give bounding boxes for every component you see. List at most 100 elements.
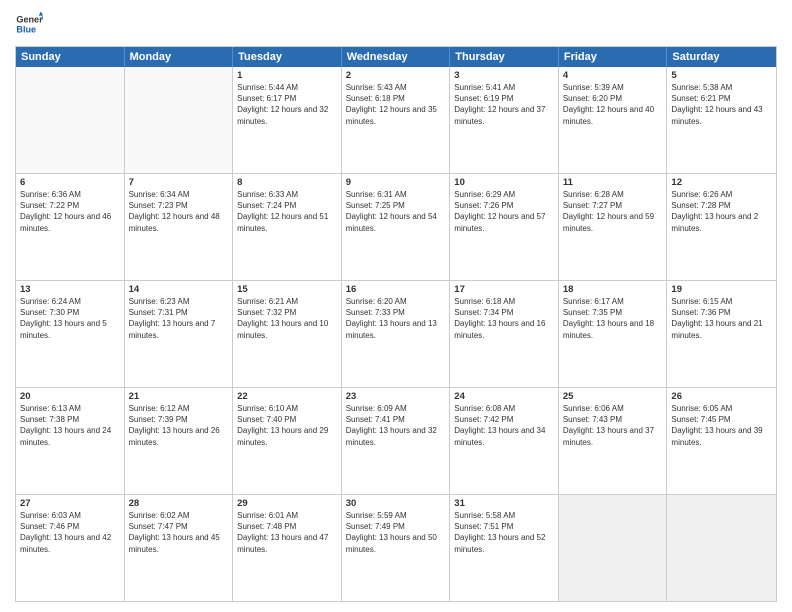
cell-date: 25 (563, 391, 663, 402)
calendar-cell: 26Sunrise: 6:05 AM Sunset: 7:45 PM Dayli… (667, 388, 776, 494)
cell-date: 31 (454, 498, 554, 509)
calendar-cell: 21Sunrise: 6:12 AM Sunset: 7:39 PM Dayli… (125, 388, 234, 494)
cell-info: Sunrise: 6:21 AM Sunset: 7:32 PM Dayligh… (237, 296, 337, 341)
calendar-body: 1Sunrise: 5:44 AM Sunset: 6:17 PM Daylig… (16, 67, 776, 601)
cell-date: 2 (346, 70, 446, 81)
cell-info: Sunrise: 6:29 AM Sunset: 7:26 PM Dayligh… (454, 189, 554, 234)
cell-info: Sunrise: 6:24 AM Sunset: 7:30 PM Dayligh… (20, 296, 120, 341)
calendar-cell: 5Sunrise: 5:38 AM Sunset: 6:21 PM Daylig… (667, 67, 776, 173)
cell-date: 10 (454, 177, 554, 188)
svg-text:Blue: Blue (16, 24, 36, 34)
day-header-thursday: Thursday (450, 47, 559, 67)
calendar-cell: 18Sunrise: 6:17 AM Sunset: 7:35 PM Dayli… (559, 281, 668, 387)
calendar-cell: 6Sunrise: 6:36 AM Sunset: 7:22 PM Daylig… (16, 174, 125, 280)
calendar-cell (16, 67, 125, 173)
calendar-cell: 29Sunrise: 6:01 AM Sunset: 7:48 PM Dayli… (233, 495, 342, 601)
cell-date: 19 (671, 284, 772, 295)
calendar-week-1: 1Sunrise: 5:44 AM Sunset: 6:17 PM Daylig… (16, 67, 776, 174)
header: General Blue (15, 10, 777, 38)
cell-info: Sunrise: 5:39 AM Sunset: 6:20 PM Dayligh… (563, 82, 663, 127)
cell-date: 20 (20, 391, 120, 402)
cell-date: 18 (563, 284, 663, 295)
day-header-saturday: Saturday (667, 47, 776, 67)
calendar-cell: 4Sunrise: 5:39 AM Sunset: 6:20 PM Daylig… (559, 67, 668, 173)
cell-info: Sunrise: 6:17 AM Sunset: 7:35 PM Dayligh… (563, 296, 663, 341)
calendar-week-5: 27Sunrise: 6:03 AM Sunset: 7:46 PM Dayli… (16, 495, 776, 601)
cell-info: Sunrise: 6:01 AM Sunset: 7:48 PM Dayligh… (237, 510, 337, 555)
calendar-cell: 13Sunrise: 6:24 AM Sunset: 7:30 PM Dayli… (16, 281, 125, 387)
calendar-cell: 15Sunrise: 6:21 AM Sunset: 7:32 PM Dayli… (233, 281, 342, 387)
calendar-cell: 19Sunrise: 6:15 AM Sunset: 7:36 PM Dayli… (667, 281, 776, 387)
cell-date: 7 (129, 177, 229, 188)
cell-info: Sunrise: 6:13 AM Sunset: 7:38 PM Dayligh… (20, 403, 120, 448)
cell-date: 16 (346, 284, 446, 295)
cell-date: 4 (563, 70, 663, 81)
calendar-cell: 22Sunrise: 6:10 AM Sunset: 7:40 PM Dayli… (233, 388, 342, 494)
calendar-week-4: 20Sunrise: 6:13 AM Sunset: 7:38 PM Dayli… (16, 388, 776, 495)
cell-info: Sunrise: 5:41 AM Sunset: 6:19 PM Dayligh… (454, 82, 554, 127)
calendar-cell (125, 67, 234, 173)
calendar-cell: 17Sunrise: 6:18 AM Sunset: 7:34 PM Dayli… (450, 281, 559, 387)
cell-info: Sunrise: 6:34 AM Sunset: 7:23 PM Dayligh… (129, 189, 229, 234)
cell-info: Sunrise: 6:26 AM Sunset: 7:28 PM Dayligh… (671, 189, 772, 234)
cell-info: Sunrise: 6:36 AM Sunset: 7:22 PM Dayligh… (20, 189, 120, 234)
calendar-week-2: 6Sunrise: 6:36 AM Sunset: 7:22 PM Daylig… (16, 174, 776, 281)
cell-date: 12 (671, 177, 772, 188)
cell-date: 28 (129, 498, 229, 509)
calendar-cell: 24Sunrise: 6:08 AM Sunset: 7:42 PM Dayli… (450, 388, 559, 494)
cell-date: 14 (129, 284, 229, 295)
cell-date: 29 (237, 498, 337, 509)
calendar-cell: 10Sunrise: 6:29 AM Sunset: 7:26 PM Dayli… (450, 174, 559, 280)
cell-info: Sunrise: 6:31 AM Sunset: 7:25 PM Dayligh… (346, 189, 446, 234)
calendar-cell: 8Sunrise: 6:33 AM Sunset: 7:24 PM Daylig… (233, 174, 342, 280)
cell-info: Sunrise: 6:03 AM Sunset: 7:46 PM Dayligh… (20, 510, 120, 555)
cell-info: Sunrise: 6:18 AM Sunset: 7:34 PM Dayligh… (454, 296, 554, 341)
cell-info: Sunrise: 5:59 AM Sunset: 7:49 PM Dayligh… (346, 510, 446, 555)
calendar-cell: 12Sunrise: 6:26 AM Sunset: 7:28 PM Dayli… (667, 174, 776, 280)
day-header-friday: Friday (559, 47, 668, 67)
day-header-monday: Monday (125, 47, 234, 67)
calendar-cell: 27Sunrise: 6:03 AM Sunset: 7:46 PM Dayli… (16, 495, 125, 601)
cell-info: Sunrise: 6:23 AM Sunset: 7:31 PM Dayligh… (129, 296, 229, 341)
cell-info: Sunrise: 6:02 AM Sunset: 7:47 PM Dayligh… (129, 510, 229, 555)
cell-date: 26 (671, 391, 772, 402)
cell-info: Sunrise: 6:08 AM Sunset: 7:42 PM Dayligh… (454, 403, 554, 448)
cell-info: Sunrise: 5:38 AM Sunset: 6:21 PM Dayligh… (671, 82, 772, 127)
cell-date: 13 (20, 284, 120, 295)
cell-info: Sunrise: 6:06 AM Sunset: 7:43 PM Dayligh… (563, 403, 663, 448)
cell-info: Sunrise: 5:43 AM Sunset: 6:18 PM Dayligh… (346, 82, 446, 127)
calendar-cell: 16Sunrise: 6:20 AM Sunset: 7:33 PM Dayli… (342, 281, 451, 387)
cell-date: 11 (563, 177, 663, 188)
logo: General Blue (15, 10, 47, 38)
cell-info: Sunrise: 6:20 AM Sunset: 7:33 PM Dayligh… (346, 296, 446, 341)
calendar-cell (667, 495, 776, 601)
calendar-cell: 14Sunrise: 6:23 AM Sunset: 7:31 PM Dayli… (125, 281, 234, 387)
calendar-cell: 3Sunrise: 5:41 AM Sunset: 6:19 PM Daylig… (450, 67, 559, 173)
calendar-header-row: SundayMondayTuesdayWednesdayThursdayFrid… (16, 47, 776, 67)
logo-icon: General Blue (15, 10, 43, 38)
calendar-cell: 11Sunrise: 6:28 AM Sunset: 7:27 PM Dayli… (559, 174, 668, 280)
cell-info: Sunrise: 6:09 AM Sunset: 7:41 PM Dayligh… (346, 403, 446, 448)
calendar-cell: 20Sunrise: 6:13 AM Sunset: 7:38 PM Dayli… (16, 388, 125, 494)
cell-date: 21 (129, 391, 229, 402)
cell-date: 15 (237, 284, 337, 295)
cell-date: 5 (671, 70, 772, 81)
cell-info: Sunrise: 6:15 AM Sunset: 7:36 PM Dayligh… (671, 296, 772, 341)
cell-date: 9 (346, 177, 446, 188)
cell-date: 24 (454, 391, 554, 402)
cell-date: 30 (346, 498, 446, 509)
cell-date: 8 (237, 177, 337, 188)
cell-date: 22 (237, 391, 337, 402)
calendar-cell: 7Sunrise: 6:34 AM Sunset: 7:23 PM Daylig… (125, 174, 234, 280)
day-header-wednesday: Wednesday (342, 47, 451, 67)
cell-info: Sunrise: 6:28 AM Sunset: 7:27 PM Dayligh… (563, 189, 663, 234)
cell-date: 27 (20, 498, 120, 509)
calendar: SundayMondayTuesdayWednesdayThursdayFrid… (15, 46, 777, 602)
calendar-cell: 30Sunrise: 5:59 AM Sunset: 7:49 PM Dayli… (342, 495, 451, 601)
page: General Blue SundayMondayTuesdayWednesda… (0, 0, 792, 612)
calendar-cell: 31Sunrise: 5:58 AM Sunset: 7:51 PM Dayli… (450, 495, 559, 601)
calendar-cell (559, 495, 668, 601)
cell-date: 3 (454, 70, 554, 81)
svg-text:General: General (16, 15, 43, 25)
cell-info: Sunrise: 6:12 AM Sunset: 7:39 PM Dayligh… (129, 403, 229, 448)
